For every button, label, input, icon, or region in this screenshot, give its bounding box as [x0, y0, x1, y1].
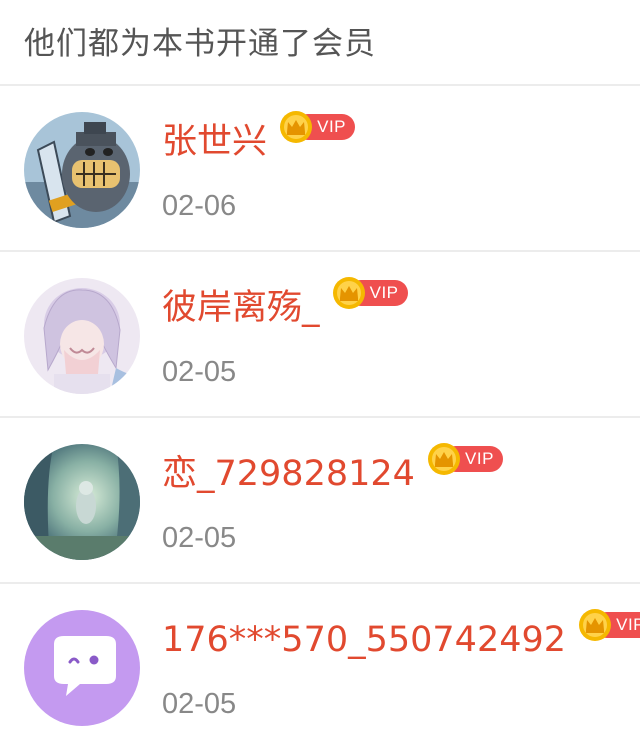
header: 他们都为本书开通了会员	[0, 0, 640, 86]
member-name[interactable]: 恋_729828124	[162, 452, 415, 496]
vip-badge: VIP	[578, 608, 640, 642]
member-row[interactable]: 张世兴 VIP 02-06	[0, 86, 640, 252]
knight-cartoon-avatar[interactable]	[24, 112, 140, 228]
member-row[interactable]: 彼岸离殇_ VIP 02-05	[0, 252, 640, 418]
member-row[interactable]: 恋_729828124 VIP 02-05	[0, 418, 640, 584]
crown-icon	[279, 110, 313, 144]
crown-icon	[427, 442, 461, 476]
member-name[interactable]: 176***570_550742492	[162, 618, 566, 662]
crown-icon	[332, 276, 366, 310]
chat-bubble-avatar[interactable]	[24, 610, 140, 726]
member-date: 02-06	[162, 190, 237, 222]
page-title: 他们都为本书开通了会员	[24, 25, 376, 62]
member-date: 02-05	[162, 356, 237, 388]
member-name[interactable]: 彼岸离殇_	[162, 286, 320, 330]
member-date: 02-05	[162, 522, 237, 554]
anime-girl-avatar[interactable]	[24, 278, 140, 394]
forest-scene-avatar[interactable]	[24, 444, 140, 560]
crown-icon	[578, 608, 612, 642]
member-date: 02-05	[162, 688, 237, 720]
member-row[interactable]: 176***570_550742492 VIP 02-05	[0, 584, 640, 750]
member-name-line: 176***570_550742492 VIP	[162, 609, 640, 662]
member-name-line: 彼岸离殇_ VIP	[162, 277, 408, 330]
member-name[interactable]: 张世兴	[162, 120, 267, 164]
vip-badge: VIP	[279, 110, 356, 144]
vip-badge: VIP	[427, 442, 503, 476]
vip-badge: VIP	[332, 276, 408, 310]
member-list: 张世兴 VIP 02-06 彼岸离殇_ VIP 02-05 恋_72982812…	[0, 86, 640, 750]
member-name-line: 恋_729828124 VIP	[162, 443, 503, 496]
member-name-line: 张世兴 VIP	[162, 111, 356, 164]
